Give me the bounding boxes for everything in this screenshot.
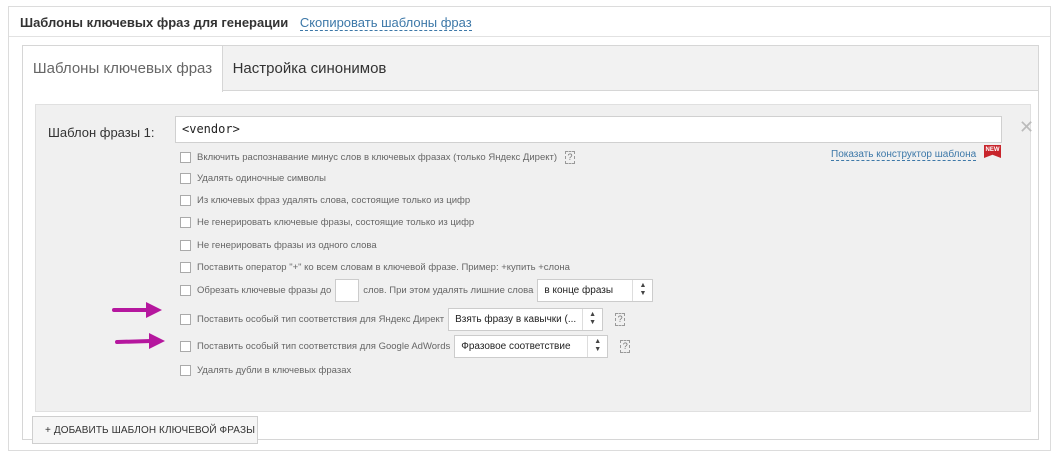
no-digit-phrases-checkbox[interactable] <box>180 217 191 228</box>
remove-template-icon[interactable]: ✕ <box>1019 117 1034 138</box>
select-arrows-icon: ▲ ▼ <box>582 309 602 330</box>
no-single-word-label: Не генерировать фразы из одного слова <box>197 240 377 251</box>
yandex-match-label: Поставить особый тип соответствия для Ян… <box>197 314 445 325</box>
tab-bar: Шаблоны ключевых фраз Настройка синонимо… <box>23 46 1038 92</box>
option-single-chars: Удалять одиночные символы <box>180 173 326 184</box>
google-match-label: Поставить особый тип соответствия для Go… <box>197 341 451 352</box>
google-match-select[interactable]: Фразовое соответствие ▲ ▼ <box>454 335 609 358</box>
minus-words-checkbox[interactable] <box>180 152 191 163</box>
template-panel: Шаблон фразы 1: <vendor> ✕ Показать конс… <box>35 104 1034 412</box>
select-arrows-icon: ▲ ▼ <box>632 280 652 301</box>
option-yandex-match: Поставить особый тип соответствия для Ян… <box>180 308 626 331</box>
trim-suffix-label: слов. При этом удалять лишние слова <box>363 285 534 296</box>
minus-words-label: Включить распознавание минус слов в ключ… <box>197 152 558 163</box>
option-minus-words: Включить распознавание минус слов в ключ… <box>180 151 576 164</box>
digits-only-words-checkbox[interactable] <box>180 195 191 206</box>
digits-only-words-label: Из ключевых фраз удалять слова, состоящи… <box>197 195 471 206</box>
annotation-arrow-icon <box>115 333 165 349</box>
google-match-checkbox[interactable] <box>180 341 191 352</box>
tab-synonyms-settings[interactable]: Настройка синонимов <box>223 46 396 92</box>
dedupe-checkbox[interactable] <box>180 365 191 376</box>
new-badge: NEW <box>984 145 1001 158</box>
template-label: Шаблон фразы 1: <box>48 125 155 140</box>
help-icon[interactable]: ? <box>620 340 631 353</box>
keyword-templates-section: Шаблоны ключевых фраз для генерации Скоп… <box>8 6 1051 451</box>
select-arrows-icon: ▲ ▼ <box>587 336 607 357</box>
annotation-arrow-icon <box>112 302 162 318</box>
single-chars-label: Удалять одиночные символы <box>197 173 326 184</box>
dedupe-label: Удалять дубли в ключевых фразах <box>197 365 352 376</box>
copy-templates-link[interactable]: Скопировать шаблоны фраз <box>299 15 472 31</box>
tab-keyword-templates[interactable]: Шаблоны ключевых фраз <box>23 46 223 92</box>
trim-position-value: в конце фразы <box>544 285 614 296</box>
word-count-input[interactable] <box>335 279 360 302</box>
show-constructor-link[interactable]: Показать конструктор шаблона <box>831 149 977 161</box>
help-icon[interactable]: ? <box>615 313 626 326</box>
add-template-button[interactable]: + ДОБАВИТЬ ШАБЛОН КЛЮЧЕВОЙ ФРАЗЫ <box>32 416 258 444</box>
plus-operator-label: Поставить оператор "+" ко всем словам в … <box>197 262 570 273</box>
no-single-word-checkbox[interactable] <box>180 240 191 251</box>
yandex-match-checkbox[interactable] <box>180 314 191 325</box>
plus-operator-checkbox[interactable] <box>180 262 191 273</box>
option-plus-operator: Поставить оператор "+" ко всем словам в … <box>180 262 570 273</box>
option-no-digit-phrases: Не генерировать ключевые фразы, состоящи… <box>180 217 474 228</box>
trim-prefix-label: Обрезать ключевые фразы до <box>197 285 332 296</box>
option-dedupe: Удалять дубли в ключевых фразах <box>180 365 351 376</box>
help-icon[interactable]: ? <box>565 151 576 164</box>
trim-phrases-checkbox[interactable] <box>180 285 191 296</box>
option-digits-only-words: Из ключевых фраз удалять слова, состоящи… <box>180 195 470 206</box>
section-title: Шаблоны ключевых фраз для генерации <box>20 15 289 30</box>
no-digit-phrases-label: Не генерировать ключевые фразы, состоящи… <box>197 217 475 228</box>
section-header: Шаблоны ключевых фраз для генерации Скоп… <box>9 7 1050 37</box>
option-trim-phrases: Обрезать ключевые фразы до слов. При это… <box>180 279 654 302</box>
yandex-match-select[interactable]: Взять фразу в кавычки (... ▲ ▼ <box>448 308 604 331</box>
trim-position-select[interactable]: в конце фразы ▲ ▼ <box>537 279 654 302</box>
single-chars-checkbox[interactable] <box>180 173 191 184</box>
option-no-single-word: Не генерировать фразы из одного слова <box>180 240 377 251</box>
google-match-value: Фразовое соответствие <box>461 341 571 352</box>
yandex-match-value: Взять фразу в кавычки (... <box>455 314 577 325</box>
tabs-container: Шаблоны ключевых фраз Настройка синонимо… <box>22 45 1039 444</box>
option-google-match: Поставить особый тип соответствия для Go… <box>180 335 631 358</box>
template-input[interactable]: <vendor> <box>175 116 1002 143</box>
